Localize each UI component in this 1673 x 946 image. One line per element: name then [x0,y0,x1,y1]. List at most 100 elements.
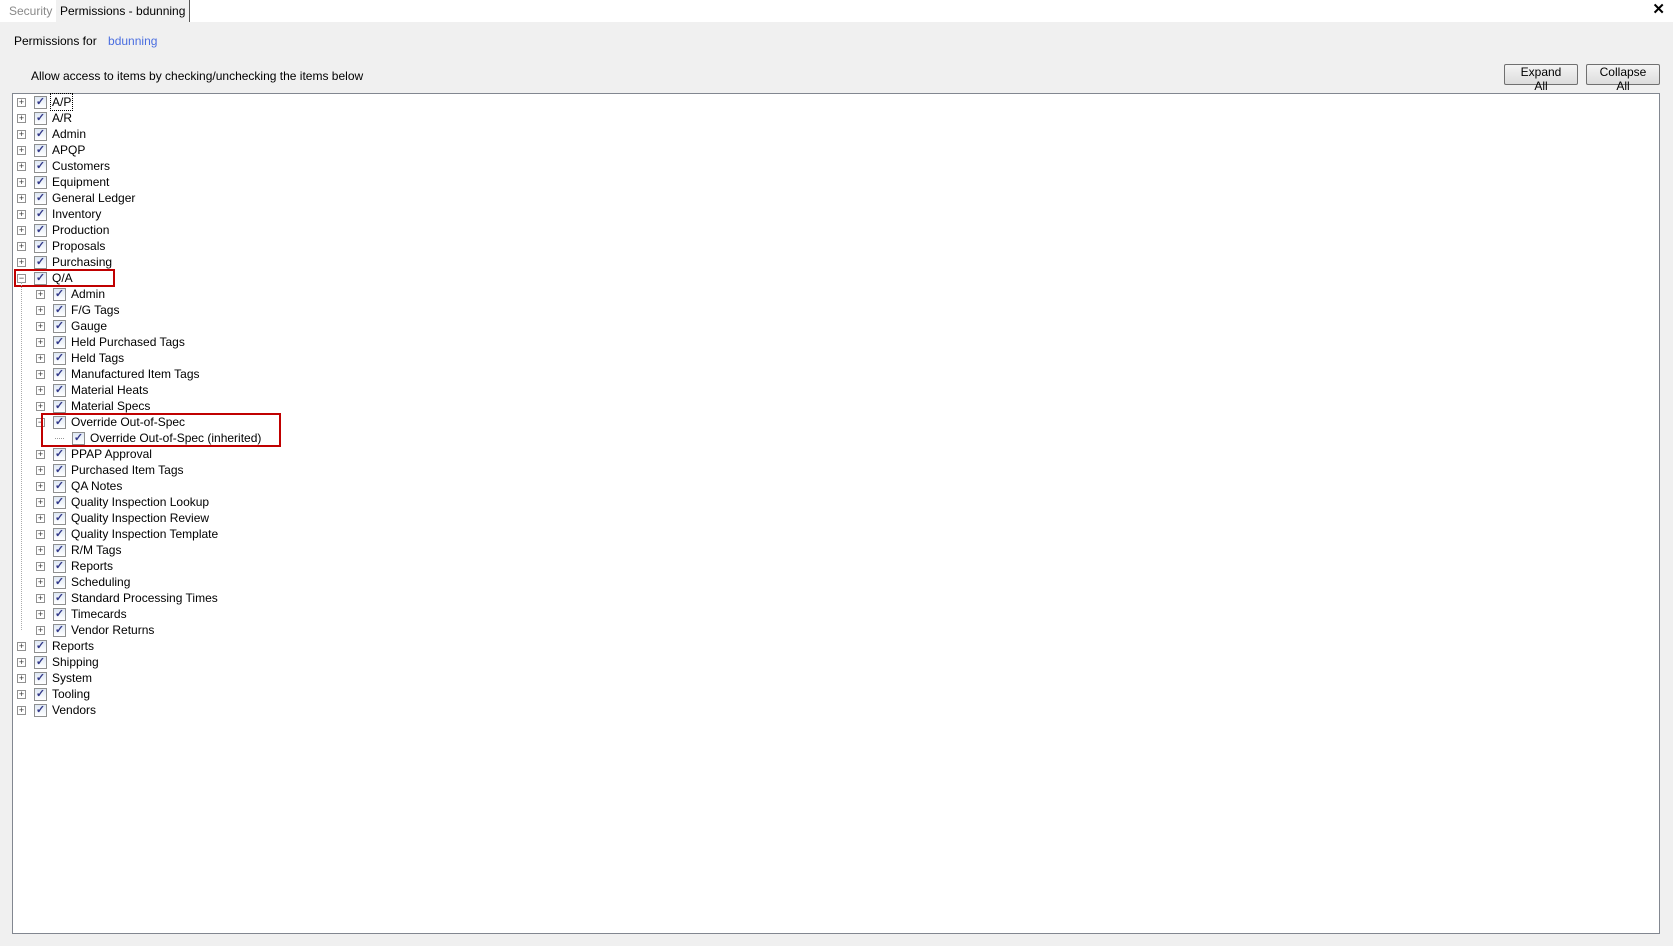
checkbox[interactable]: ✓ [34,223,47,237]
checkbox[interactable]: ✓ [53,623,66,637]
expand-icon[interactable]: + [36,561,45,571]
tree-item[interactable]: + ✓ APQP [17,142,86,158]
checkbox[interactable]: ✓ [53,591,66,605]
tree-item-label[interactable]: Admin [51,126,87,142]
expand-icon[interactable]: + [36,545,45,555]
tree-item[interactable]: + ✓ Equipment [17,174,110,190]
tree-item[interactable]: + ✓ Proposals [17,238,106,254]
checkbox[interactable]: ✓ [34,175,47,189]
tree-item[interactable]: + ✓ Timecards [36,606,128,622]
tree-item-label[interactable]: Inventory [51,206,102,222]
checkbox[interactable]: ✓ [53,335,66,349]
tree-item-label[interactable]: Tooling [51,686,91,702]
expand-icon[interactable]: + [17,161,26,171]
checkbox[interactable]: ✓ [53,495,66,509]
tree-item-label[interactable]: Customers [51,158,111,174]
checkbox[interactable]: ✓ [72,431,85,445]
tree-item-label[interactable]: Standard Processing Times [70,590,219,606]
checkbox[interactable]: ✓ [34,671,47,685]
checkbox[interactable]: ✓ [34,95,47,109]
tree-item[interactable]: + ✓ R/M Tags [36,542,122,558]
tree-item-label[interactable]: Shipping [51,654,100,670]
tree-item-label[interactable]: F/G Tags [70,302,120,318]
expand-icon[interactable]: + [36,497,45,507]
checkbox[interactable]: ✓ [53,607,66,621]
checkbox[interactable]: ✓ [34,655,47,669]
expand-icon[interactable]: + [17,641,26,651]
expand-all-button[interactable]: Expand All [1504,64,1578,93]
expand-icon[interactable]: + [17,177,26,187]
expand-icon[interactable]: + [36,401,45,411]
tree-item[interactable]: + ✓ System [17,670,93,686]
tree-item[interactable]: + ✓ Manufactured Item Tags [36,366,201,382]
tree-item[interactable]: + ✓ Admin [36,286,106,302]
expand-icon[interactable]: + [17,673,26,683]
tree-item-label[interactable]: QA Notes [70,478,123,494]
checkbox[interactable]: ✓ [34,687,47,701]
tree-item-label[interactable]: Timecards [70,606,128,622]
expand-icon[interactable]: + [17,113,26,123]
expand-icon[interactable]: + [17,193,26,203]
checkbox[interactable]: ✓ [53,367,66,381]
expand-icon[interactable]: + [36,625,45,635]
checkbox[interactable]: ✓ [34,255,47,269]
expand-icon[interactable]: + [17,689,26,699]
expand-icon[interactable]: + [17,129,26,139]
checkbox[interactable]: ✓ [53,383,66,397]
expand-icon[interactable]: + [17,145,26,155]
tree-item[interactable]: + ✓ Quality Inspection Template [36,526,219,542]
tree-item[interactable]: ✓ Override Out-of-Spec (inherited) [55,430,262,446]
expand-icon[interactable]: + [17,97,26,107]
checkbox[interactable]: ✓ [34,239,47,253]
expand-icon[interactable]: + [17,657,26,667]
tree-item[interactable]: + ✓ QA Notes [36,478,123,494]
tree-item-label[interactable]: R/M Tags [70,542,122,558]
tree-item-label[interactable]: Override Out-of-Spec (inherited) [89,430,262,446]
tree-item-label[interactable]: System [51,670,93,686]
tab-security[interactable]: Security [5,0,56,22]
checkbox[interactable]: ✓ [53,399,66,413]
tree-item-label[interactable]: Held Tags [70,350,125,366]
tree-item[interactable]: + ✓ Inventory [17,206,102,222]
checkbox[interactable]: ✓ [53,543,66,557]
expand-icon[interactable]: + [36,481,45,491]
expand-icon[interactable]: + [36,337,45,347]
checkbox[interactable]: ✓ [53,511,66,525]
expand-icon[interactable]: + [36,385,45,395]
tree-item-label[interactable]: PPAP Approval [70,446,153,462]
expand-icon[interactable]: + [36,577,45,587]
expand-icon[interactable]: + [36,369,45,379]
permissions-tree[interactable]: + ✓ A/P + ✓ A/R + ✓ Admin + ✓ APQP + ✓ Customers + ✓ Equi… [12,93,1660,934]
checkbox[interactable]: ✓ [34,639,47,653]
tree-item[interactable]: + ✓ PPAP Approval [36,446,153,462]
tree-item[interactable]: + ✓ Held Purchased Tags [36,334,186,350]
checkbox[interactable]: ✓ [34,127,47,141]
checkbox[interactable]: ✓ [34,143,47,157]
tree-item-label[interactable]: Gauge [70,318,108,334]
expand-icon[interactable]: + [36,593,45,603]
tree-item-label[interactable]: A/R [51,110,73,126]
checkbox[interactable]: ✓ [53,463,66,477]
expand-icon[interactable]: + [36,465,45,475]
tree-item-label[interactable]: Quality Inspection Review [70,510,210,526]
tree-item-label[interactable]: Vendor Returns [70,622,155,638]
tree-item-label[interactable]: Equipment [51,174,110,190]
tree-item-label[interactable]: A/P [49,93,74,111]
tree-item[interactable]: + ✓ Reports [36,558,114,574]
close-icon[interactable]: ✕ [1652,1,1665,19]
tree-item[interactable]: + ✓ Scheduling [36,574,131,590]
checkbox[interactable]: ✓ [53,479,66,493]
tree-item[interactable]: + ✓ Held Tags [36,350,125,366]
checkbox[interactable]: ✓ [53,575,66,589]
tree-item[interactable]: + ✓ Shipping [17,654,100,670]
tree-item[interactable]: + ✓ Vendors [17,702,97,718]
tree-item-label[interactable]: Quality Inspection Lookup [70,494,210,510]
checkbox[interactable]: ✓ [53,447,66,461]
tree-item-label[interactable]: Manufactured Item Tags [70,366,201,382]
tree-item-label[interactable]: Material Heats [70,382,149,398]
tree-item-label[interactable]: Purchased Item Tags [70,462,185,478]
expand-icon[interactable]: + [36,353,45,363]
tree-item[interactable]: + ✓ Customers [17,158,111,174]
checkbox[interactable]: ✓ [34,207,47,221]
tree-item[interactable]: + ✓ Vendor Returns [36,622,155,638]
